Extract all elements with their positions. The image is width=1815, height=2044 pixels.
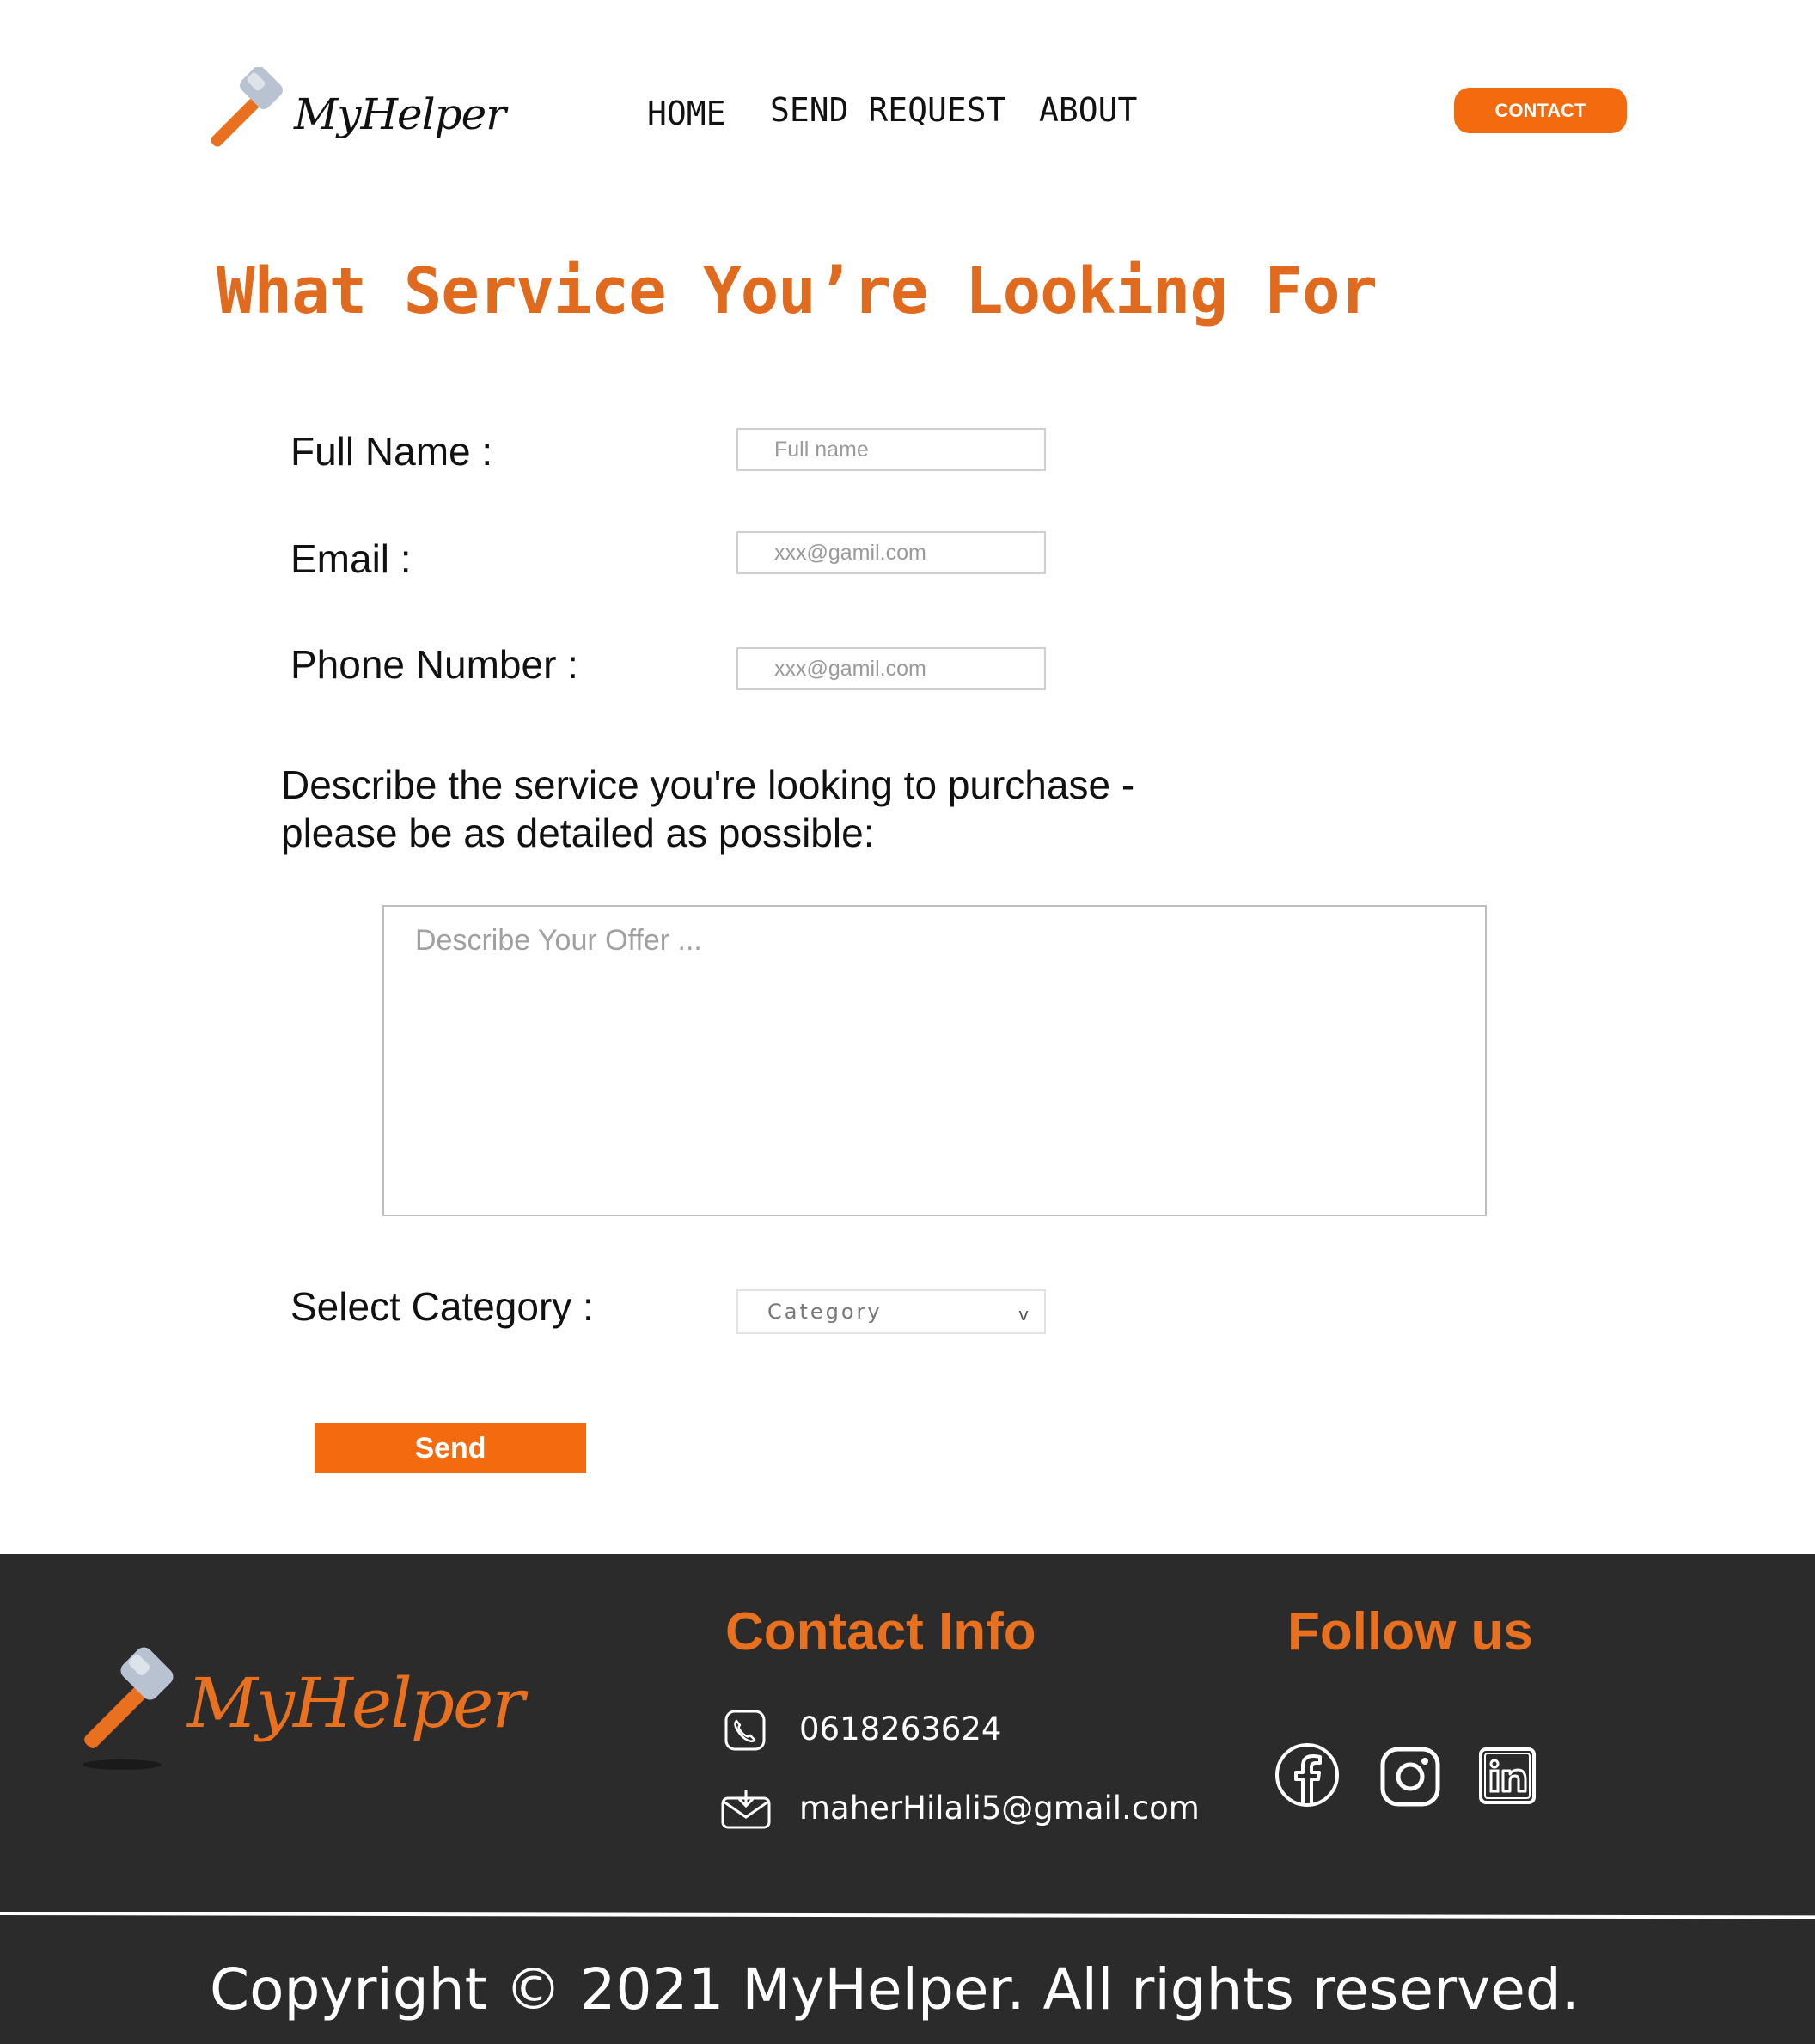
category-select-value: Category xyxy=(767,1300,883,1324)
phone-input[interactable] xyxy=(736,647,1046,690)
instagram-icon[interactable] xyxy=(1380,1747,1440,1807)
send-button[interactable]: Send xyxy=(315,1423,586,1473)
email-label: Email : xyxy=(290,536,412,581)
category-label: Select Category : xyxy=(290,1284,594,1329)
footer-brand-name: MyHelper xyxy=(187,1663,525,1743)
contact-info-heading: Contact Info xyxy=(725,1602,1036,1662)
chevron-down-icon: v xyxy=(1018,1304,1029,1325)
footer-brand-logo[interactable]: MyHelper xyxy=(77,1646,525,1775)
facebook-icon[interactable] xyxy=(1274,1741,1341,1808)
follow-us-heading: Follow us xyxy=(1287,1602,1533,1662)
phone-icon xyxy=(724,1710,766,1751)
email-input[interactable] xyxy=(736,531,1046,574)
describe-textarea[interactable] xyxy=(382,905,1487,1216)
describe-line-2: please be as detailed as possible: xyxy=(281,811,875,855)
brand-logo[interactable]: MyHelper xyxy=(203,67,506,162)
nav-send-request[interactable]: SEND REQUEST xyxy=(770,91,1006,129)
nav-home[interactable]: HOME xyxy=(647,95,726,132)
linkedin-icon[interactable] xyxy=(1478,1747,1537,1805)
contact-email: maherHilali5@gmail.com xyxy=(799,1790,1200,1827)
copyright-text: Copyright © 2021 MyHelper. All rights re… xyxy=(210,1956,1580,2023)
contact-phone: 0618263624 xyxy=(799,1710,1002,1747)
describe-line-1: Describe the service you're looking to p… xyxy=(281,762,1135,807)
category-select[interactable]: Category v xyxy=(736,1289,1046,1334)
describe-instructions: Describe the service you're looking to p… xyxy=(281,761,1134,857)
phone-label: Phone Number : xyxy=(290,642,578,687)
hammer-icon xyxy=(82,1647,174,1770)
mail-icon xyxy=(721,1790,771,1829)
brand-name: MyHelper xyxy=(294,89,506,139)
contact-button[interactable]: CONTACT xyxy=(1454,88,1627,133)
full-name-input[interactable] xyxy=(736,428,1046,471)
full-name-label: Full Name : xyxy=(290,429,493,474)
hammer-icon xyxy=(211,67,283,147)
nav-about[interactable]: ABOUT xyxy=(1039,91,1137,129)
page-title: What Service You’re Looking For xyxy=(217,254,1378,328)
